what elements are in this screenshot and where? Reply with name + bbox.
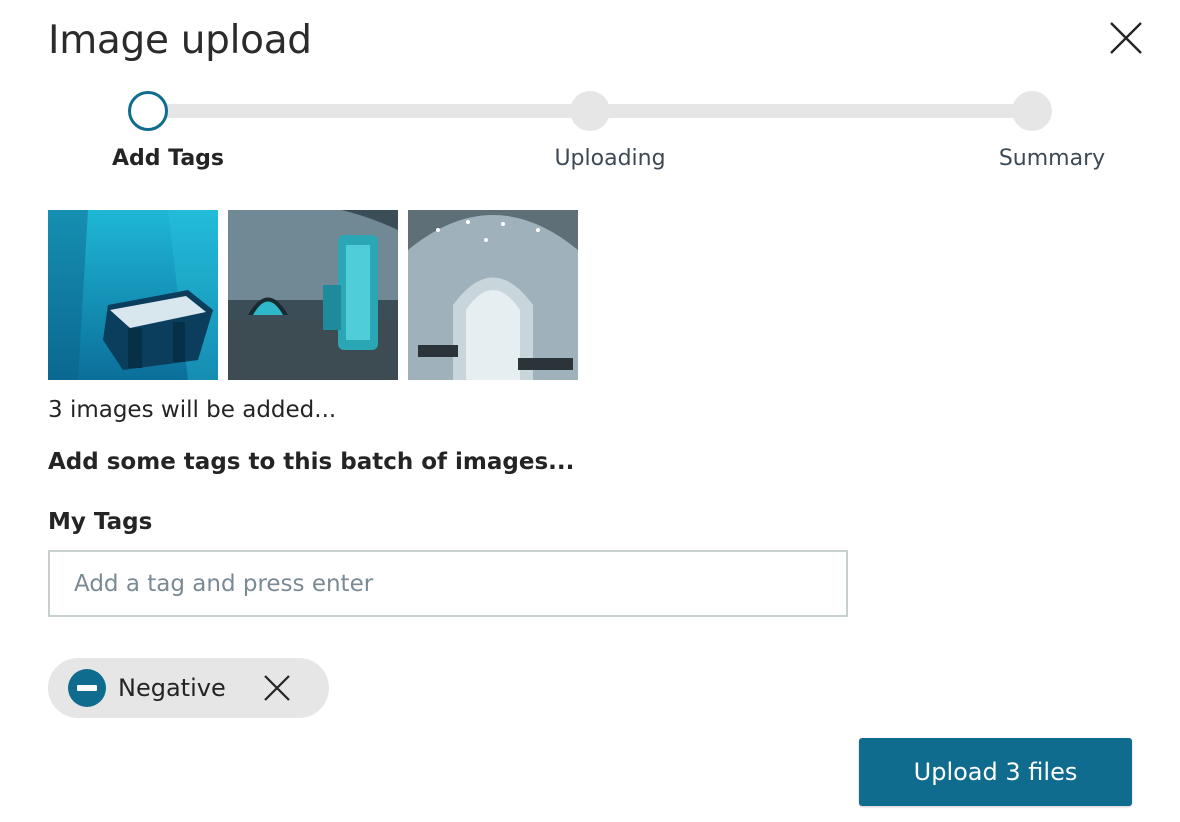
image-upload-dialog: Image upload Add Tags Uploading Summary	[0, 0, 1180, 822]
image-thumbnail	[48, 210, 218, 380]
close-icon	[1110, 22, 1142, 54]
step-dot-add-tags	[128, 91, 168, 131]
upload-files-button[interactable]: Upload 3 files	[859, 738, 1132, 806]
image-thumbnail	[408, 210, 578, 380]
my-tags-label: My Tags	[48, 509, 153, 535]
batch-tag-prompt: Add some tags to this batch of images...	[48, 449, 575, 475]
minus-circle-icon	[68, 669, 106, 707]
dialog-title: Image upload	[48, 18, 312, 63]
image-count-text: 3 images will be added...	[48, 397, 337, 423]
step-label-uploading: Uploading	[554, 146, 666, 171]
step-label-add-tags: Add Tags	[111, 146, 225, 171]
tag-chip-negative[interactable]: Negative	[48, 658, 329, 718]
step-dot-uploading	[570, 91, 610, 131]
image-thumbnails	[48, 210, 578, 380]
remove-tag-button[interactable]	[262, 673, 292, 703]
progress-stepper: Add Tags Uploading Summary	[0, 86, 1180, 186]
tag-chip-label: Negative	[118, 674, 226, 702]
close-dialog-button[interactable]	[1106, 18, 1146, 58]
tag-input[interactable]	[48, 550, 848, 617]
step-label-summary: Summary	[998, 146, 1106, 171]
close-icon	[264, 675, 290, 701]
step-dot-summary	[1012, 91, 1052, 131]
image-thumbnail	[228, 210, 398, 380]
